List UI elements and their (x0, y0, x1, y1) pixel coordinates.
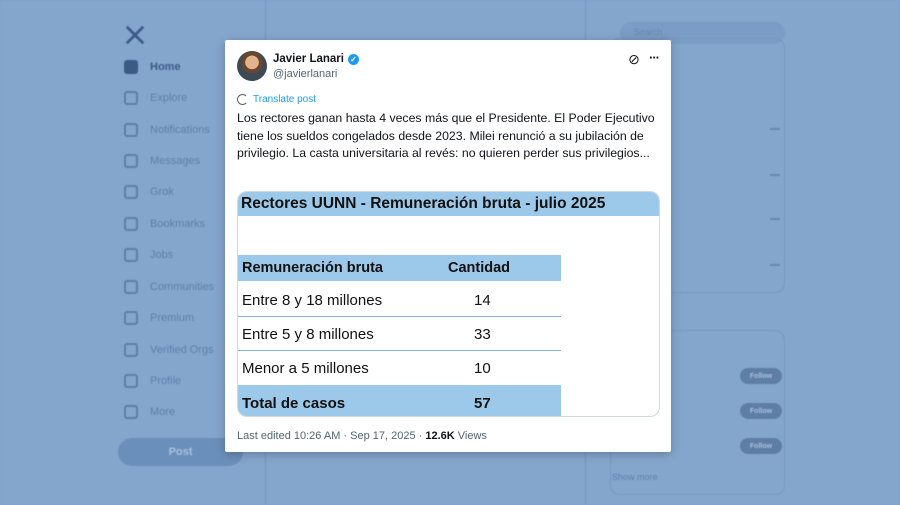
views-label: Views (454, 430, 487, 442)
follow-button[interactable]: Follow (740, 438, 782, 454)
table-cell: 14 (474, 292, 491, 309)
home-icon (124, 60, 138, 74)
more-options-icon[interactable]: ··· (646, 50, 662, 65)
briefcase-icon (124, 248, 138, 262)
person-icon (124, 374, 138, 388)
nav-profile[interactable]: Profile (124, 372, 181, 390)
table-cell: Menor a 5 millones (242, 360, 369, 377)
nav-bookmarks[interactable]: Bookmarks (124, 215, 205, 233)
nav-more[interactable]: More (124, 403, 175, 421)
nav-grok[interactable]: Grok (124, 183, 174, 201)
views-count: 12.6K (425, 430, 455, 442)
nav-messages[interactable]: Messages (124, 152, 200, 170)
nav-verified-orgs[interactable]: Verified Orgs (124, 341, 214, 359)
table-cell: 33 (474, 326, 491, 343)
people-icon (124, 280, 138, 294)
table-cell: 57 (474, 395, 491, 412)
translate-post-link[interactable]: Translate post (237, 94, 316, 105)
avatar[interactable] (237, 51, 267, 81)
bookmark-icon (124, 217, 138, 231)
nav-explore[interactable]: Explore (124, 89, 187, 107)
table-cell: Entre 8 y 18 millones (242, 292, 383, 309)
verified-badge-icon: ✓ (347, 53, 359, 65)
edited-timestamp[interactable]: Last edited 10:26 AM · Sep 17, 2025 · (237, 430, 425, 442)
more-icon[interactable] (770, 218, 780, 220)
more-icon[interactable] (770, 128, 780, 130)
table-cell: 10 (474, 360, 491, 377)
search-icon (124, 91, 138, 105)
follow-button[interactable]: Follow (740, 368, 782, 384)
translate-icon (237, 94, 248, 105)
author-name[interactable]: Javier Lanari ✓ (273, 53, 359, 65)
table-row: Entre 5 y 8 millones 33 (238, 317, 561, 351)
tweet-media-image[interactable]: Rectores UUNN - Remuneración bruta - jul… (237, 191, 660, 417)
more-icon[interactable] (770, 174, 780, 176)
tweet-card: Javier Lanari ✓ @javierlanari ⊘ ··· Tran… (225, 40, 671, 452)
tweet-text: Los rectores ganan hasta 4 veces más que… (237, 111, 655, 161)
nav-jobs[interactable]: Jobs (124, 246, 173, 264)
grok-icon (124, 185, 138, 199)
mail-icon (124, 154, 138, 168)
x-icon (124, 311, 138, 325)
grok-icon[interactable]: ⊘ (627, 52, 641, 66)
x-logo-icon (125, 25, 145, 45)
nav-communities[interactable]: Communities (124, 278, 214, 296)
follow-button[interactable]: Follow (740, 403, 782, 419)
more-icon[interactable] (770, 264, 780, 266)
lightning-icon (124, 343, 138, 357)
table-header-cell: Cantidad (448, 260, 511, 276)
nav-premium[interactable]: Premium (124, 309, 194, 327)
nav-notifications[interactable]: Notifications (124, 121, 210, 139)
table-row: Entre 8 y 18 millones 14 (238, 283, 561, 317)
show-more-link[interactable]: Show more (612, 472, 658, 482)
table-row: Menor a 5 millones 10 (238, 351, 561, 385)
table-title: Rectores UUNN - Remuneración bruta - jul… (238, 192, 659, 216)
table-header-cell: Remuneración bruta (242, 260, 383, 276)
bell-icon (124, 123, 138, 137)
table-cell: Entre 5 y 8 millones (242, 326, 374, 343)
tweet-meta: Last edited 10:26 AM · Sep 17, 2025 · 12… (237, 430, 487, 442)
table-cell: Total de casos (242, 395, 346, 412)
table-total-row: Total de casos 57 (238, 385, 561, 416)
author-handle[interactable]: @javierlanari (273, 68, 337, 80)
table-header-row: Remuneración bruta Cantidad (238, 255, 561, 281)
more-circle-icon (124, 405, 138, 419)
nav-home[interactable]: Home (124, 58, 181, 76)
